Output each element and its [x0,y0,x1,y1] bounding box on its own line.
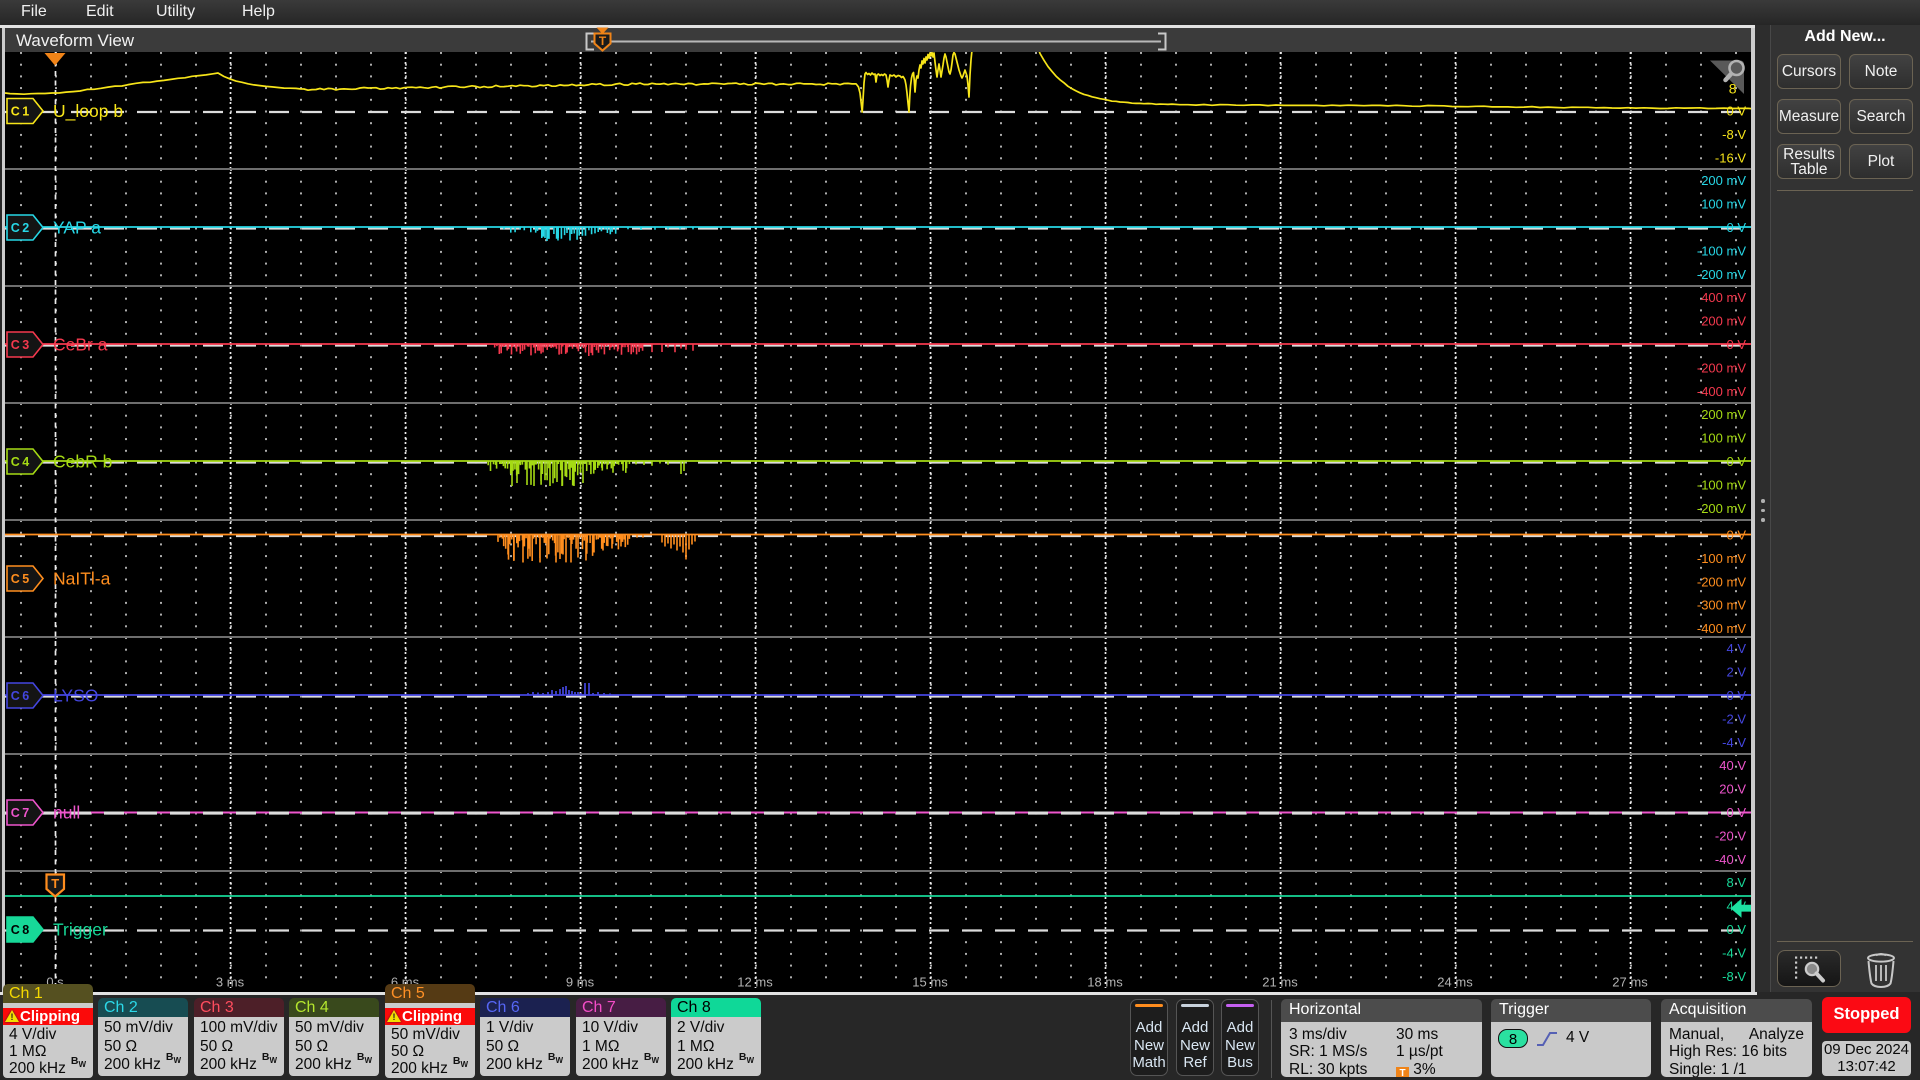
svg-text:-100 mV: -100 mV [1697,243,1746,258]
svg-text:0 V: 0 V [1726,104,1746,119]
svg-text:LYSO: LYSO [53,686,98,706]
svg-text:0 V: 0 V [1726,454,1746,469]
svg-text:C 3: C 3 [11,338,30,352]
svg-text:-300 mV: -300 mV [1697,598,1746,613]
svg-text:-200 mV: -200 mV [1697,501,1746,516]
svg-text:-20 V: -20 V [1715,828,1746,843]
svg-text:24 ms: 24 ms [1437,975,1473,990]
svg-text:C 5: C 5 [11,572,30,586]
svg-text:C 8: C 8 [11,923,30,937]
svg-text:15 ms: 15 ms [912,975,948,990]
svg-text:-400 mV: -400 mV [1697,384,1746,399]
svg-text:8 V: 8 V [1726,875,1746,890]
svg-text:200 mV: 200 mV [1701,314,1746,329]
svg-text:-100 mV: -100 mV [1697,477,1746,492]
svg-text:100 mV: 100 mV [1701,197,1746,212]
svg-text:100 mV: 100 mV [1701,431,1746,446]
svg-text:3 ms: 3 ms [216,975,245,990]
svg-text:C 7: C 7 [11,806,30,820]
svg-text:CebR b: CebR b [53,452,112,472]
svg-text:4 V: 4 V [1726,641,1746,656]
svg-text:0 V: 0 V [1726,220,1746,235]
svg-text:12 ms: 12 ms [737,975,773,990]
svg-text:-8 V: -8 V [1722,127,1746,142]
svg-text:27 ms: 27 ms [1612,975,1648,990]
svg-text:21 ms: 21 ms [1262,975,1298,990]
svg-text:0 V: 0 V [1726,922,1746,937]
svg-text:0 V: 0 V [1726,805,1746,820]
svg-text:0 V: 0 V [1726,337,1746,352]
svg-text:400 mV: 400 mV [1701,290,1746,305]
svg-text:C 6: C 6 [11,689,30,703]
svg-text:-2 V: -2 V [1722,711,1746,726]
svg-text:CeBr a: CeBr a [53,335,108,355]
svg-text:0 V: 0 V [1726,688,1746,703]
svg-text:-100 mV: -100 mV [1697,551,1746,566]
svg-text:18 ms: 18 ms [1087,975,1123,990]
svg-text:2 V: 2 V [1726,665,1746,680]
svg-text:C 2: C 2 [11,221,30,235]
svg-text:200 mV: 200 mV [1701,407,1746,422]
svg-text:-4 V: -4 V [1722,945,1746,960]
svg-text:-400 mV: -400 mV [1697,621,1746,636]
svg-text:20 V: 20 V [1719,782,1746,797]
svg-text:C 4: C 4 [11,455,30,469]
svg-text:8: 8 [1729,81,1737,97]
svg-text:NaITl-a: NaITl-a [53,569,111,589]
svg-text:9 ms: 9 ms [566,975,595,990]
svg-text:YAP a: YAP a [53,218,101,238]
svg-text:40 V: 40 V [1719,758,1746,773]
svg-text:200 mV: 200 mV [1701,173,1746,188]
svg-text:-200 mV: -200 mV [1697,360,1746,375]
svg-text:T: T [599,34,607,48]
svg-text:-16 V: -16 V [1715,150,1746,165]
svg-text:null: null [53,803,80,823]
svg-text:-4 V: -4 V [1722,735,1746,750]
svg-text:Trigger: Trigger [53,920,108,940]
svg-text:-200 mV: -200 mV [1697,574,1746,589]
svg-text:-40 V: -40 V [1715,852,1746,867]
svg-text:U_loop b: U_loop b [53,101,123,122]
svg-text:C 1: C 1 [11,105,30,119]
svg-text:0 V: 0 V [1726,528,1746,543]
svg-text:T: T [51,876,59,891]
svg-text:-200 mV: -200 mV [1697,267,1746,282]
svg-text:-8 V: -8 V [1722,969,1746,984]
